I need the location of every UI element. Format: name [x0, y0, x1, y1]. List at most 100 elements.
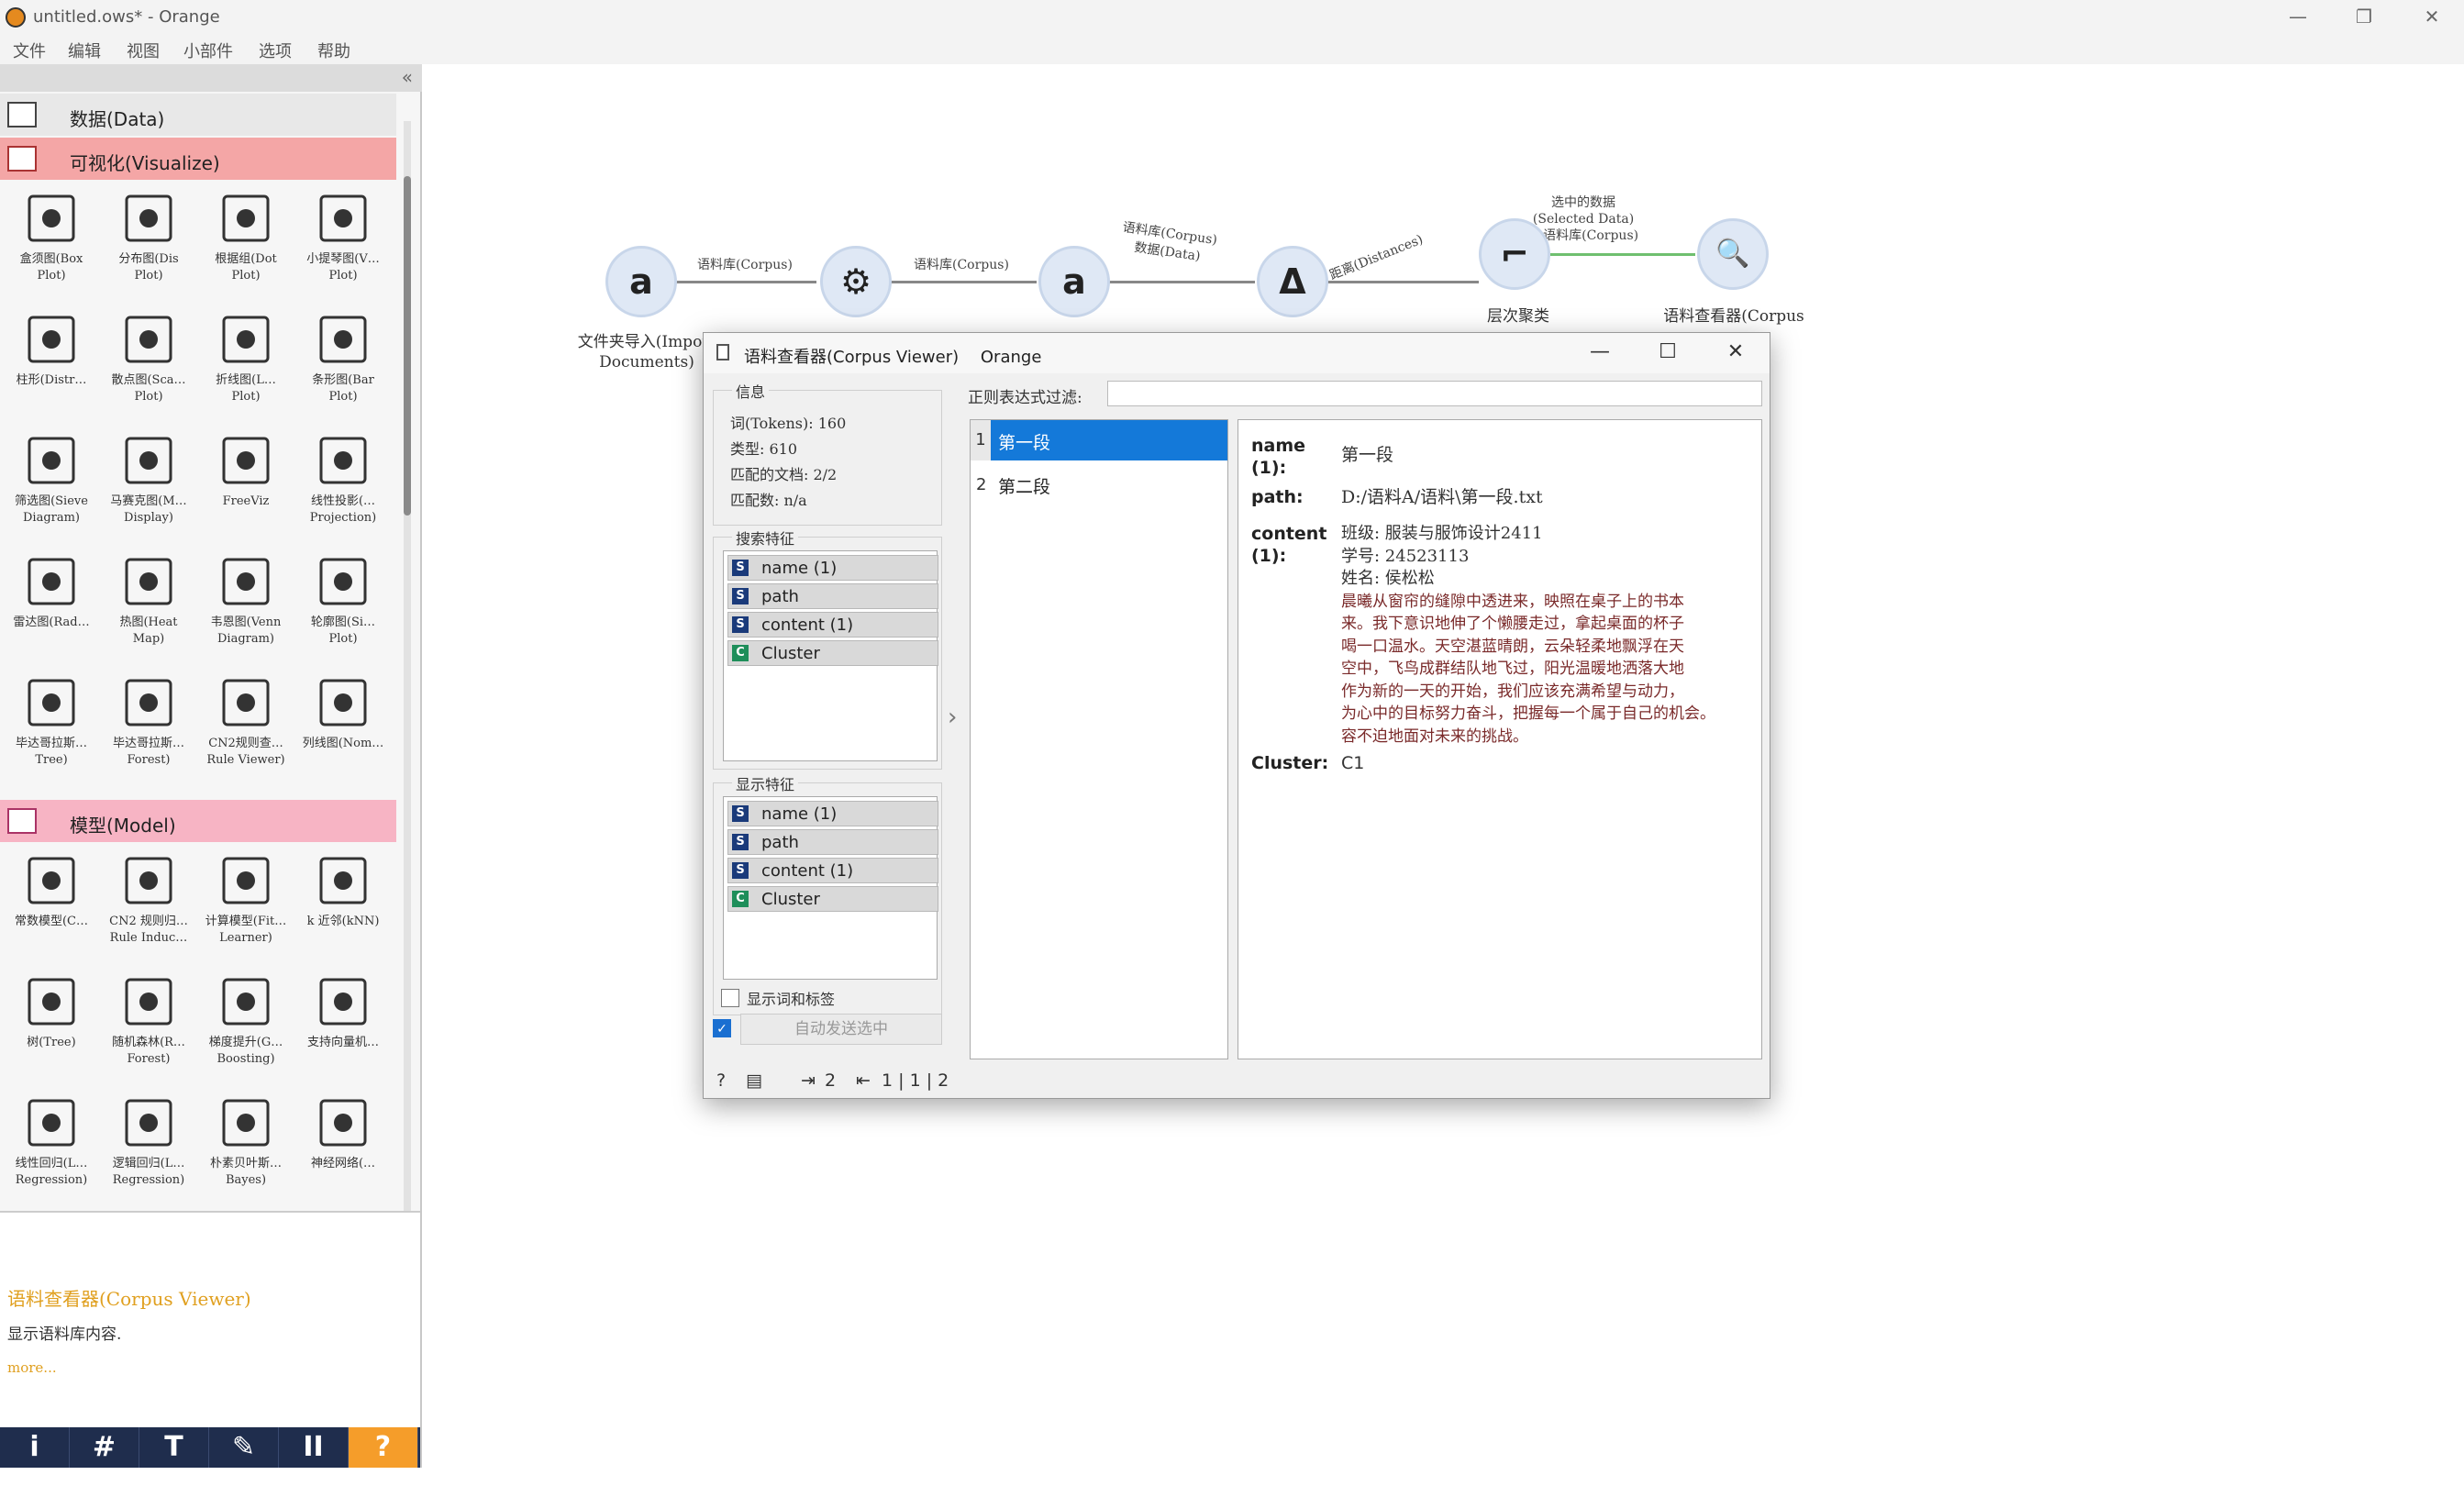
grid-button[interactable]: # — [70, 1427, 139, 1468]
edge-bow-to-distances[interactable] — [1108, 281, 1255, 283]
document-row[interactable]: 2 第二段 — [971, 464, 1227, 505]
widget-distributions[interactable]: 分布图(Dis Plot) — [103, 183, 194, 303]
category-data[interactable]: 数据(Data) — [0, 94, 396, 136]
widget-silhouette[interactable]: 轮廓图(Si… Plot) — [297, 547, 389, 666]
display-feature-cluster[interactable]: C Cluster — [727, 886, 938, 912]
widget-rule-viewer[interactable]: CN2规则查… Rule Viewer) — [200, 668, 292, 787]
node-corpus-viewer[interactable]: 🔍 — [1697, 218, 1769, 290]
edge-distances-to-clustering[interactable] — [1326, 281, 1479, 283]
widget-pythagorean-forest[interactable]: 毕达哥拉斯… Forest) — [103, 668, 194, 787]
widget-radviz[interactable]: 雷达图(Rad… — [6, 547, 97, 666]
menu-edit[interactable]: 编辑 — [68, 39, 101, 62]
menu-help[interactable]: 帮助 — [317, 39, 350, 62]
category-visualize[interactable]: 可视化(Visualize) — [0, 138, 396, 180]
node-preprocess-text[interactable]: ⚙ — [820, 246, 892, 317]
search-feature-name[interactable]: S name (1) — [727, 555, 938, 581]
help-button[interactable]: ? — [349, 1427, 418, 1468]
dialog-title: 语料查看器(Corpus Viewer) Orange — [744, 344, 1041, 368]
dock-scrollbar[interactable] — [404, 121, 411, 1279]
field-value-content: 班级: 服装与服饰设计2411 学号: 24523113 姓名: 侯松松 晨曦从… — [1341, 523, 1754, 748]
widget-random-forest[interactable]: 随机森林(R… Forest) — [103, 967, 194, 1086]
widget-knn[interactable]: k 近邻(kNN) — [297, 846, 389, 965]
info-button[interactable]: i — [0, 1427, 70, 1468]
menu-widgets[interactable]: 小部件 — [183, 39, 233, 62]
widget-linear-regression[interactable]: 线性回归(L… Regression) — [6, 1088, 97, 1207]
dialog-maximize-button[interactable]: ☐ — [1654, 340, 1682, 363]
edge-import-to-preprocess[interactable] — [673, 281, 816, 283]
widget-bar-plot[interactable]: 根据组(Dot Plot) — [200, 183, 292, 303]
document-icon — [716, 344, 729, 360]
report-icon[interactable]: ▤ — [746, 1070, 762, 1091]
category-model[interactable]: 模型(Model) — [0, 800, 396, 842]
widget-pythagorean-tree[interactable]: 毕达哥拉斯… Tree) — [6, 668, 97, 787]
node-hierarchical-clustering[interactable]: ⌐ — [1479, 218, 1550, 290]
collapse-dock-icon[interactable]: « — [402, 66, 413, 88]
widget-line-plot[interactable]: 折线图(L… Plot) — [200, 305, 292, 424]
send-selected-button[interactable]: 自动发送选中 — [740, 1014, 942, 1045]
edge-clustering-to-viewer[interactable] — [1550, 253, 1695, 256]
widget-bar-plot-2[interactable]: 条形图(Bar Plot) — [297, 305, 389, 424]
search-feature-content[interactable]: S content (1) — [727, 612, 938, 638]
document-content-view[interactable]: name (1): 第一段 path: D:/语料A/语料\第一段.txt co… — [1238, 419, 1762, 1059]
widget-label: CN2规则查… Rule Viewer) — [206, 737, 285, 767]
text-annotation-button[interactable]: T — [139, 1427, 209, 1468]
widget-venn-diagram[interactable]: 韦恩图(Venn Diagram) — [200, 547, 292, 666]
auto-send-checkbox[interactable]: ✓ — [713, 1019, 731, 1037]
widget-freeviz[interactable]: FreeViz — [200, 426, 292, 545]
widget-constant[interactable]: 常数模型(C… — [6, 846, 97, 965]
maximize-button[interactable]: ❐ — [2350, 6, 2378, 28]
random-forest-icon — [114, 970, 183, 1035]
help-more-link[interactable]: more... — [7, 1359, 57, 1376]
widget-heat-map[interactable]: 热图(Heat Map) — [103, 547, 194, 666]
dialog-minimize-button[interactable]: — — [1586, 340, 1614, 363]
minimize-button[interactable]: — — [2284, 6, 2312, 28]
info-group: 信息 词(Tokens): 160 类型: 610 匹配的文档: 2/2 匹配数… — [713, 380, 942, 526]
widget-bar-chart[interactable]: 柱形(Distr… — [6, 305, 97, 424]
node-bag-of-words[interactable]: a — [1038, 246, 1110, 317]
gradient-boosting-icon — [211, 970, 281, 1035]
display-feature-content[interactable]: S content (1) — [727, 858, 938, 883]
node-distances[interactable]: Δ — [1257, 246, 1328, 317]
document-row-selected[interactable]: 1 第一段 — [971, 420, 1227, 460]
widget-mosaic[interactable]: 马赛克图(M… Display) — [103, 426, 194, 545]
widget-linear-projection[interactable]: 线性投影(… Projection) — [297, 426, 389, 545]
documents-list[interactable]: 1 第一段 2 第二段 — [970, 419, 1228, 1059]
search-features-list[interactable]: S name (1) S path S content (1) C Cluste… — [723, 550, 938, 761]
search-feature-cluster[interactable]: C Cluster — [727, 640, 938, 666]
widget-box-plot[interactable]: 盒须图(Box Plot) — [6, 183, 97, 303]
orange-app-icon — [6, 7, 26, 28]
dock-scrollbar-thumb[interactable] — [404, 176, 411, 516]
arrow-annotation-button[interactable]: ✎ — [209, 1427, 279, 1468]
widget-naive-bayes[interactable]: 朴素贝叶斯… Bayes) — [200, 1088, 292, 1207]
menu-options[interactable]: 选项 — [259, 39, 292, 62]
widget-logistic-regression[interactable]: 逻辑回归(L… Regression) — [103, 1088, 194, 1207]
show-tokens-checkbox[interactable] — [721, 989, 739, 1007]
display-feature-path[interactable]: S path — [727, 829, 938, 855]
display-features-list[interactable]: S name (1) S path S content (1) C Cluste… — [723, 796, 938, 980]
widget-gradient-boosting[interactable]: 梯度提升(G… Boosting) — [200, 967, 292, 1086]
node-import-documents[interactable]: a — [605, 246, 677, 317]
dialog-close-button[interactable]: ✕ — [1722, 340, 1749, 363]
field-key-name: name (1): — [1251, 436, 1306, 478]
search-feature-path[interactable]: S path — [727, 583, 938, 609]
display-feature-name[interactable]: S name (1) — [727, 801, 938, 826]
widget-neural-network[interactable]: 神经网络(… — [297, 1088, 389, 1207]
close-window-button[interactable]: ✕ — [2418, 6, 2446, 28]
menu-view[interactable]: 视图 — [127, 39, 160, 62]
widget-svm[interactable]: 支持向量机… — [297, 967, 389, 1086]
widget-violin-plot[interactable]: 小提琴图(V… Plot) — [297, 183, 389, 303]
regex-filter-input[interactable] — [1107, 381, 1762, 406]
widget-cn2[interactable]: CN2 规则归… Rule Induc… — [103, 846, 194, 965]
widget-sieve-diagram[interactable]: 筛选图(Sieve Diagram) — [6, 426, 97, 545]
pause-button[interactable]: II — [279, 1427, 349, 1468]
widget-calibrated[interactable]: 计算模型(Fit… Learner) — [200, 846, 292, 965]
widget-nomogram[interactable]: 列线图(Nom… — [297, 668, 389, 787]
widget-tree[interactable]: 树(Tree) — [6, 967, 97, 1086]
calibrated-icon — [211, 849, 281, 914]
categorical-type-icon: C — [732, 891, 749, 907]
widget-scatter-plot[interactable]: 散点图(Sca… Plot) — [103, 305, 194, 424]
help-question-icon[interactable]: ? — [716, 1070, 726, 1091]
edge-preprocess-to-bow[interactable] — [890, 281, 1037, 283]
menu-file[interactable]: 文件 — [13, 39, 46, 62]
splitter-chevron-icon[interactable]: › — [948, 704, 957, 731]
